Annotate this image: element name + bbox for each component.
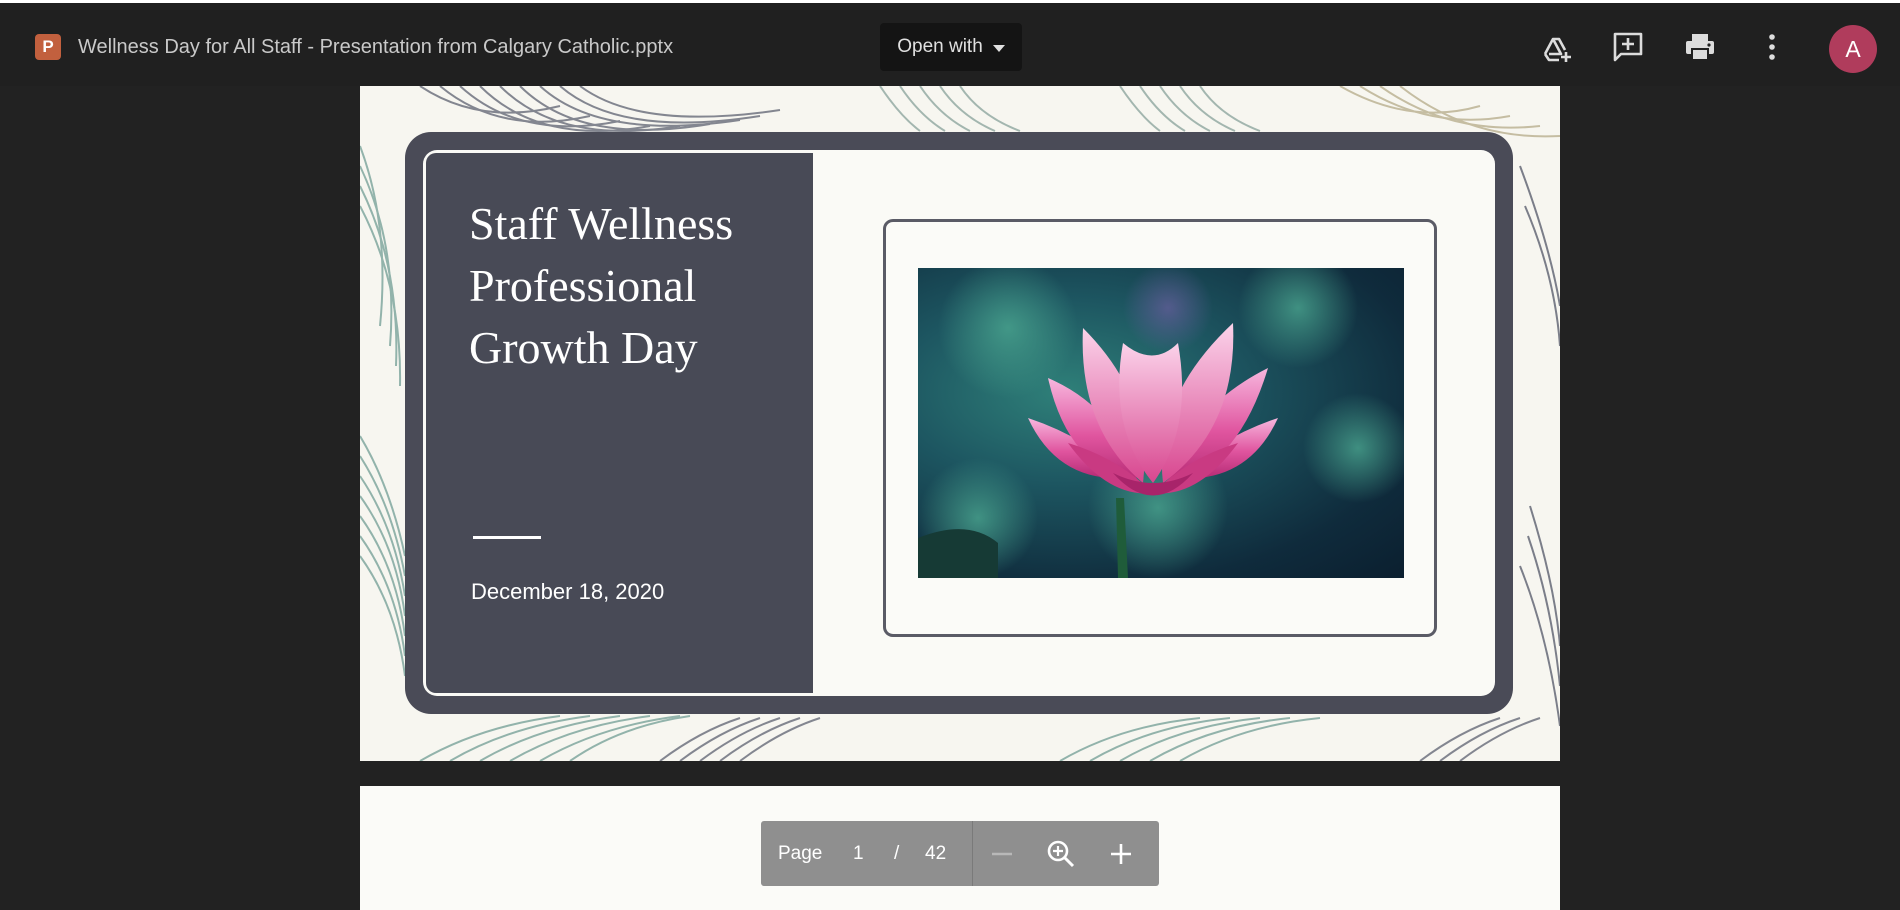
page-label: Page [778, 843, 823, 864]
viewer-toolbar: P Wellness Day for All Staff - Presentat… [0, 0, 1900, 86]
slide-frame: Staff Wellness Professional Growth Day D… [405, 132, 1513, 714]
slide-title-line: Growth Day [469, 322, 698, 373]
title-divider [473, 536, 541, 539]
slide-title-line: Staff Wellness [469, 198, 734, 249]
zoom-in-icon[interactable] [1104, 837, 1138, 871]
zoom-out-icon[interactable] [985, 837, 1019, 871]
total-pages: 42 [925, 843, 947, 864]
photo-frame [883, 219, 1437, 637]
page-navigation-bar: Page 1 / 42 [761, 821, 1159, 886]
slide-inner-card: Staff Wellness Professional Growth Day D… [423, 150, 1495, 696]
lotus-flower-image [918, 268, 1404, 578]
powerpoint-file-icon: P [35, 34, 61, 60]
lotus-illustration [918, 268, 1404, 578]
add-to-drive-icon[interactable] [1539, 30, 1573, 64]
zoom-icon[interactable] [1044, 837, 1078, 871]
print-icon[interactable] [1683, 30, 1717, 64]
account-avatar[interactable]: A [1829, 25, 1877, 73]
slide-1: Staff Wellness Professional Growth Day D… [360, 86, 1560, 761]
page-separator: / [894, 843, 900, 864]
caret-down-icon [992, 44, 1005, 52]
pager-divider [972, 821, 973, 886]
open-with-button[interactable]: Open with [880, 23, 1022, 71]
current-page-input[interactable]: 1 [853, 843, 864, 865]
add-comment-icon[interactable] [1611, 30, 1645, 64]
slide-date: December 18, 2020 [471, 579, 665, 604]
slide-title: Staff Wellness Professional Growth Day [469, 193, 799, 379]
file-title: Wellness Day for All Staff - Presentatio… [78, 36, 674, 58]
more-options-icon[interactable] [1755, 30, 1789, 64]
title-panel: Staff Wellness Professional Growth Day D… [426, 153, 813, 693]
slide-title-line: Professional [469, 260, 697, 311]
open-with-label: Open with [897, 36, 983, 57]
